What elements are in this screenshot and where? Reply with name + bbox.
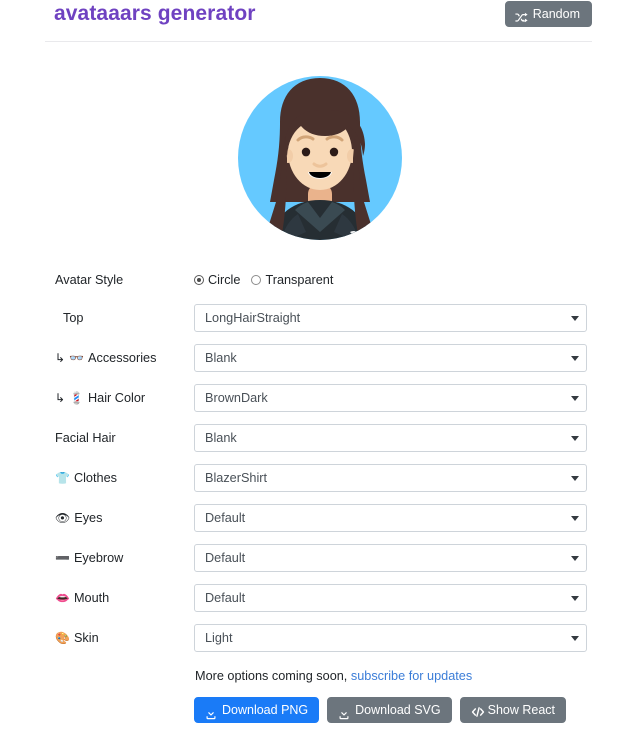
control-eyes: Default: [194, 504, 587, 532]
label-text-eyebrow: Eyebrow: [73, 551, 124, 565]
show-react-label: Show React: [487, 703, 556, 717]
label-clothes: 👕 Clothes: [55, 471, 117, 485]
page-header: avataaars generator Random: [0, 0, 637, 43]
label-text-facial-hair: Facial Hair: [55, 431, 116, 445]
form-row-clothes: 👕 Clothes BlazerShirt: [0, 458, 637, 498]
label-accessories: ↳ 👓 Accessories: [55, 351, 156, 365]
label-mouth: 👄 Mouth: [55, 591, 109, 605]
eye-icon: 👁: [55, 511, 71, 525]
mouth-icon: 👄: [55, 591, 70, 605]
control-eyebrow: Default: [194, 544, 587, 572]
label-text-skin: Skin: [73, 631, 99, 645]
show-react-button[interactable]: Show React: [459, 697, 567, 723]
tshirt-icon: 👕: [55, 471, 70, 485]
select-clothes[interactable]: BlazerShirt: [194, 464, 587, 492]
control-accessories: Blank: [194, 344, 587, 372]
label-top: Top: [55, 311, 83, 325]
form-row-accessories: ↳ 👓 Accessories Blank: [0, 338, 637, 378]
radio-dot-transparent: [251, 275, 262, 285]
shuffle-icon: [515, 8, 528, 22]
select-eyes[interactable]: Default: [194, 504, 587, 532]
avatar-style-control: Circle Transparent: [194, 273, 587, 287]
control-mouth: Default: [194, 584, 587, 612]
control-clothes: BlazerShirt: [194, 464, 587, 492]
avataaars-generator-page: avataaars generator Random Avatar Style …: [0, 0, 637, 733]
barber-pole-icon: 💈: [69, 391, 85, 405]
radio-label-circle: Circle: [208, 273, 241, 287]
label-hair-color: ↳ 💈 Hair Color: [55, 391, 145, 405]
header-divider: [45, 41, 592, 42]
random-button[interactable]: Random: [504, 1, 592, 27]
coming-soon-text: More options coming soon,: [195, 669, 348, 683]
label-facial-hair: Facial Hair: [55, 431, 116, 445]
form-row-eyes: 👁 Eyes Default: [0, 498, 637, 538]
form-row-top: Top LongHairStraight: [0, 298, 637, 338]
select-skin[interactable]: Light: [194, 624, 587, 652]
radio-avatar-style-transparent[interactable]: Transparent: [251, 273, 333, 287]
select-facial-hair[interactable]: Blank: [194, 424, 587, 452]
select-mouth[interactable]: Default: [194, 584, 587, 612]
control-facial-hair: Blank: [194, 424, 587, 452]
subscribe-link[interactable]: subscribe for updates: [351, 669, 472, 683]
hair-color-arrow-glyph: ↳: [55, 391, 66, 405]
download-icon: [338, 704, 350, 720]
form-row-facial-hair: Facial Hair Blank: [0, 418, 637, 458]
form-row-avatar-style: Avatar Style Circle Transparent: [0, 262, 637, 298]
radio-dot-circle: [194, 275, 204, 285]
page-title: avataaars generator: [54, 2, 256, 25]
form-row-skin: 🎨 Skin Light: [0, 618, 637, 658]
label-text-clothes: Clothes: [73, 471, 117, 485]
coming-soon-note: More options coming soon, subscribe for …: [195, 669, 472, 683]
form-row-mouth: 👄 Mouth Default: [0, 578, 637, 618]
download-svg-button[interactable]: Download SVG: [327, 697, 452, 723]
select-accessories[interactable]: Blank: [194, 344, 587, 372]
label-eyes: 👁 Eyes: [55, 511, 102, 525]
label-text-mouth: Mouth: [73, 591, 110, 605]
label-eyebrow: ➖ Eyebrow: [55, 551, 123, 565]
download-icon: [205, 704, 217, 720]
palette-icon: 🎨: [55, 631, 70, 645]
select-hair-color[interactable]: BrownDark: [194, 384, 587, 412]
avatar-preview: [238, 64, 402, 252]
control-hair-color: BrownDark: [194, 384, 587, 412]
control-skin: Light: [194, 624, 587, 652]
random-button-label: Random: [532, 7, 580, 21]
download-svg-label: Download SVG: [355, 703, 441, 717]
label-text-top: Top: [63, 311, 84, 325]
accessories-arrow-glyph: ↳: [55, 351, 66, 365]
radio-label-transparent: Transparent: [265, 273, 334, 287]
avatar-style-radio-group: Circle Transparent: [194, 273, 587, 287]
label-text-hair-color: Hair Color: [88, 391, 146, 405]
select-top[interactable]: LongHairStraight: [194, 304, 587, 332]
form-row-hair-color: ↳ 💈 Hair Color BrownDark: [0, 378, 637, 418]
glasses-icon: 👓: [69, 351, 85, 365]
download-png-label: Download PNG: [222, 703, 309, 717]
options-form: Avatar Style Circle Transparent Top Long…: [0, 262, 637, 658]
action-button-row: Download PNG Download SVG Show React: [194, 697, 567, 723]
select-eyebrow[interactable]: Default: [194, 544, 587, 572]
control-top: LongHairStraight: [194, 304, 587, 332]
label-text-accessories: Accessories: [88, 351, 157, 365]
code-icon: [471, 704, 484, 717]
avatar-style-label: Avatar Style: [55, 273, 124, 287]
label-text-eyes: Eyes: [74, 511, 103, 525]
form-row-eyebrow: ➖ Eyebrow Default: [0, 538, 637, 578]
dash-icon: ➖: [55, 551, 70, 565]
download-png-button[interactable]: Download PNG: [194, 697, 320, 723]
avatar-svg: [238, 76, 402, 240]
label-skin: 🎨 Skin: [55, 631, 99, 645]
radio-avatar-style-circle[interactable]: Circle: [194, 273, 240, 287]
